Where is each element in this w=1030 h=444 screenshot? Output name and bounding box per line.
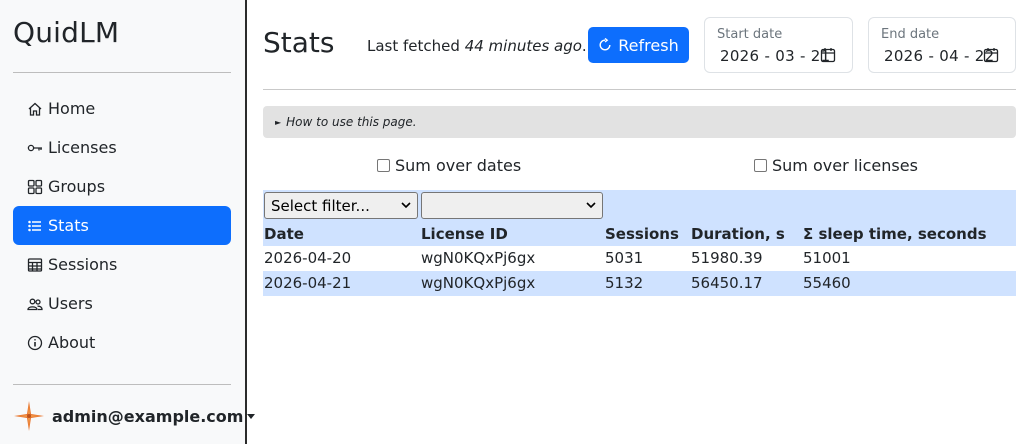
info-icon xyxy=(27,335,43,351)
table-row: 2026-04-21 wgN0KQxPj6gx 5132 56450.17 55… xyxy=(263,271,1016,296)
triangle-right-icon: ► xyxy=(275,117,282,127)
calendar-icon[interactable] xyxy=(983,47,999,63)
chevron-down-icon xyxy=(586,202,596,209)
table-icon xyxy=(27,257,43,273)
calendar-icon[interactable] xyxy=(820,47,836,63)
sidebar-item-label: Sessions xyxy=(48,255,118,274)
sidebar: QuidLM Home Licenses Groups Stats Sessio… xyxy=(0,0,256,444)
cell-duration: 51980.39 xyxy=(691,249,763,267)
caret-down-icon xyxy=(247,413,256,419)
house-icon xyxy=(27,101,43,117)
refresh-icon xyxy=(599,38,611,51)
cell-date: 2026-04-21 xyxy=(264,274,352,292)
how-to-label: How to use this page. xyxy=(286,115,417,129)
table-row: 2026-04-20 wgN0KQxPj6gx 5031 51980.39 51… xyxy=(263,246,1016,271)
sum-over-licenses-label: Sum over licenses xyxy=(772,156,918,175)
chevron-down-icon xyxy=(401,202,411,209)
sidebar-item-users[interactable]: Users xyxy=(13,284,231,323)
filter-select[interactable]: Select filter... xyxy=(264,192,418,219)
page-title: Stats xyxy=(263,26,335,59)
sidebar-divider-bottom xyxy=(13,384,231,385)
sidebar-item-licenses[interactable]: Licenses xyxy=(13,128,231,167)
grid-icon xyxy=(27,179,43,195)
sidebar-item-home[interactable]: Home xyxy=(13,89,231,128)
cell-license-id: wgN0KQxPj6gx xyxy=(421,249,536,267)
column-header-sessions[interactable]: Sessions xyxy=(605,225,679,243)
brand-title: QuidLM xyxy=(13,16,120,49)
sum-over-licenses-checkbox[interactable]: Sum over licenses xyxy=(754,156,918,175)
header-divider xyxy=(263,89,1016,90)
start-date-field[interactable]: Start date 2026 - 03 - 21 xyxy=(704,17,853,73)
key-icon xyxy=(27,140,43,156)
user-logo-icon xyxy=(14,401,44,431)
last-fetched-time: 44 minutes ago xyxy=(464,37,582,55)
sidebar-item-about[interactable]: About xyxy=(13,323,231,362)
start-date-value[interactable]: 2026 - 03 - 21 xyxy=(720,47,830,65)
column-header-duration[interactable]: Duration, s xyxy=(691,225,785,243)
sidebar-divider-top xyxy=(13,72,231,73)
end-date-field[interactable]: End date 2026 - 04 - 22 xyxy=(868,17,1016,73)
sidebar-item-label: Users xyxy=(48,294,93,313)
cell-duration: 56450.17 xyxy=(691,274,763,292)
sidebar-item-label: Groups xyxy=(48,177,106,196)
start-date-label: Start date xyxy=(717,27,783,42)
end-date-label: End date xyxy=(881,27,940,42)
cell-sleep-time: 51001 xyxy=(803,249,851,267)
checkbox-box[interactable] xyxy=(377,159,390,172)
user-name: admin@example.com xyxy=(52,406,244,426)
cell-date: 2026-04-20 xyxy=(264,249,352,267)
sum-over-dates-label: Sum over dates xyxy=(395,156,522,175)
cell-sessions: 5132 xyxy=(605,274,644,292)
cell-sessions: 5031 xyxy=(605,249,644,267)
last-fetched-text: Last fetched 44 minutes ago. xyxy=(367,37,587,55)
filter-value-select[interactable] xyxy=(421,192,603,219)
sidebar-item-label: Stats xyxy=(48,216,89,235)
cell-sleep-time: 55460 xyxy=(803,274,851,292)
sidebar-item-stats[interactable]: Stats xyxy=(13,206,231,245)
sidebar-item-label: Licenses xyxy=(48,138,117,157)
list-icon xyxy=(27,218,43,234)
sidebar-item-label: Home xyxy=(48,99,96,118)
cell-license-id: wgN0KQxPj6gx xyxy=(421,274,536,292)
refresh-label: Refresh xyxy=(618,35,679,55)
stats-table: Select filter... Date License ID Session… xyxy=(263,190,1016,296)
filter-select-value: Select filter... xyxy=(271,196,370,215)
column-header-license-id[interactable]: License ID xyxy=(421,225,508,243)
sum-over-dates-checkbox[interactable]: Sum over dates xyxy=(377,156,521,175)
sidebar-item-label: About xyxy=(48,333,96,352)
sidebar-item-groups[interactable]: Groups xyxy=(13,167,231,206)
sidebar-item-sessions[interactable]: Sessions xyxy=(13,245,231,284)
table-header: Select filter... Date License ID Session… xyxy=(263,190,1016,246)
end-date-value[interactable]: 2026 - 04 - 22 xyxy=(884,47,994,65)
people-icon xyxy=(27,296,43,312)
sidebar-nav: Home Licenses Groups Stats Sessions User… xyxy=(13,89,231,362)
user-menu[interactable]: admin@example.com xyxy=(13,400,256,432)
column-header-sleep-time[interactable]: Σ sleep time, seconds xyxy=(803,225,987,243)
column-header-date[interactable]: Date xyxy=(264,225,304,243)
refresh-button[interactable]: Refresh xyxy=(588,27,689,63)
checkbox-box[interactable] xyxy=(754,159,767,172)
how-to-toggle[interactable]: ► How to use this page. xyxy=(263,106,1016,138)
